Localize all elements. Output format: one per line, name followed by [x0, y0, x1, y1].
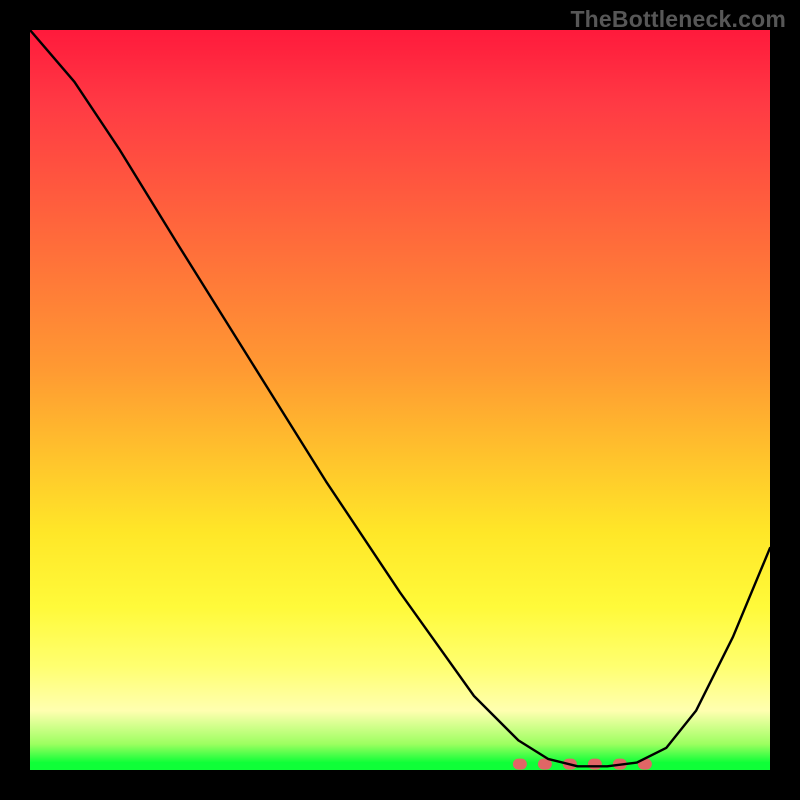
- curve-layer: [30, 30, 770, 770]
- chart-frame: TheBottleneck.com: [0, 0, 800, 800]
- bottleneck-curve: [30, 30, 770, 766]
- plot-area: [30, 30, 770, 770]
- watermark-text: TheBottleneck.com: [570, 6, 786, 33]
